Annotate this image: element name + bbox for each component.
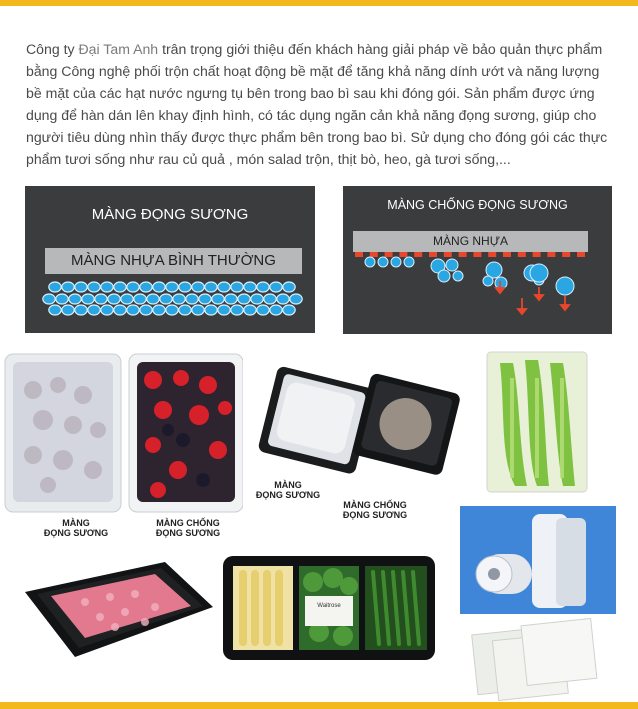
meat-tray-image — [25, 562, 213, 657]
top-accent-bar — [0, 0, 638, 6]
anti-fog-film-diagram: MÀNG CHỐNG ĐỌNG SƯƠNG MÀNG NHỰA — [343, 186, 612, 334]
vegetable-tray-image: Waitrose — [223, 556, 435, 660]
bottom-accent-bar — [0, 702, 638, 709]
berries-anti-fog-caption: MÀNG CHỐNG ĐỌNG SƯƠNG — [155, 518, 221, 538]
vacuum-bags-image — [465, 618, 615, 703]
film-rolls-photo — [460, 506, 616, 614]
berry-boxes-image — [4, 353, 243, 513]
tray-anti-fog-caption: MÀNG CHỐNG ĐỌNG SƯƠNG — [342, 500, 408, 520]
film-rolls-image — [460, 506, 616, 614]
berries-fog-caption: MÀNG ĐỌNG SƯƠNG — [43, 518, 109, 538]
tray-fog-caption: MÀNG ĐỌNG SƯƠNG — [255, 480, 321, 500]
lettuce-bag-image — [475, 348, 603, 498]
package-label: Waitrose — [317, 603, 341, 609]
anti-fog-droplets — [355, 252, 585, 316]
condensation-droplets — [42, 281, 303, 316]
chicken-trays-photo — [255, 366, 460, 481]
intro-paragraph: Công ty Đại Tam Anh trân trọng giới thiệ… — [26, 41, 608, 167]
meat-tray-photo — [15, 552, 215, 672]
chicken-trays-image — [258, 366, 460, 475]
vacuum-bags-photo — [465, 618, 615, 703]
vegetable-tray-photo: Waitrose — [221, 552, 437, 664]
lettuce-bag-photo — [475, 348, 603, 498]
fog-film-diagram: MÀNG ĐỌNG SƯƠNG MÀNG NHỰA BÌNH THƯỜNG — [25, 186, 315, 333]
berry-boxes-photo — [3, 350, 243, 520]
company-name: Đại Tam Anh — [78, 41, 159, 57]
